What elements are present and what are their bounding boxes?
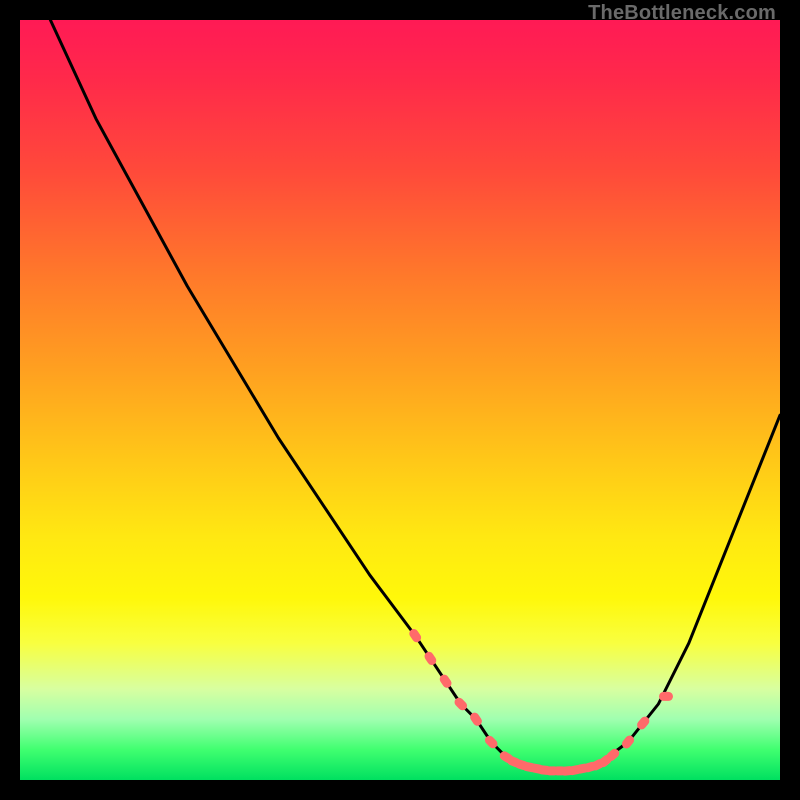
chart-frame (20, 20, 780, 780)
watermark-text: TheBottleneck.com (588, 2, 776, 25)
chart-background-gradient (20, 20, 780, 780)
